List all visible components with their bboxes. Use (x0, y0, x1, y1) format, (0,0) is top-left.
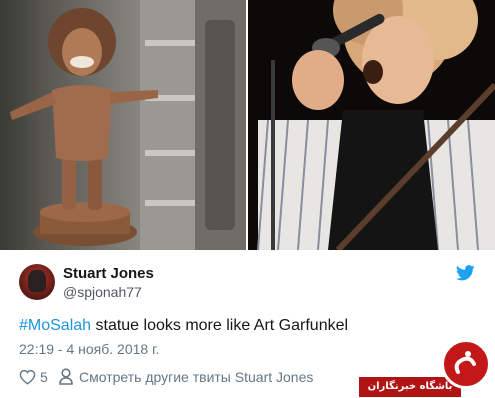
tweet-body: statue looks more like Art Garfunkel (91, 317, 349, 334)
twitter-bird-icon[interactable] (456, 265, 475, 281)
watermark-logo-icon (441, 339, 491, 389)
singer-photo[interactable] (248, 0, 495, 250)
statue-photo[interactable] (0, 0, 246, 250)
author-name[interactable]: Stuart Jones (63, 265, 154, 282)
like-count: 5 (40, 369, 48, 385)
watermark-badge: باشگاه خبرنگاران (359, 331, 495, 398)
watermark-glyph (454, 351, 476, 374)
tweet-media[interactable] (0, 0, 495, 250)
more-tweets-link[interactable]: Смотреть другие твиты Stuart Jones (79, 369, 313, 385)
tweet-text: #MoSalah statue looks more like Art Garf… (19, 317, 348, 335)
person-icon (59, 368, 73, 385)
tweet-timestamp[interactable]: 22:19 - 4 нояб. 2018 г. (19, 341, 159, 357)
author-handle[interactable]: @spjonah77 (63, 284, 142, 300)
avatar-figure (28, 270, 46, 292)
heart-icon[interactable] (19, 369, 36, 385)
statue-image (10, 0, 246, 250)
avatar[interactable] (19, 264, 55, 300)
singer-image (257, 0, 495, 250)
hashtag-link[interactable]: #MoSalah (19, 317, 91, 334)
